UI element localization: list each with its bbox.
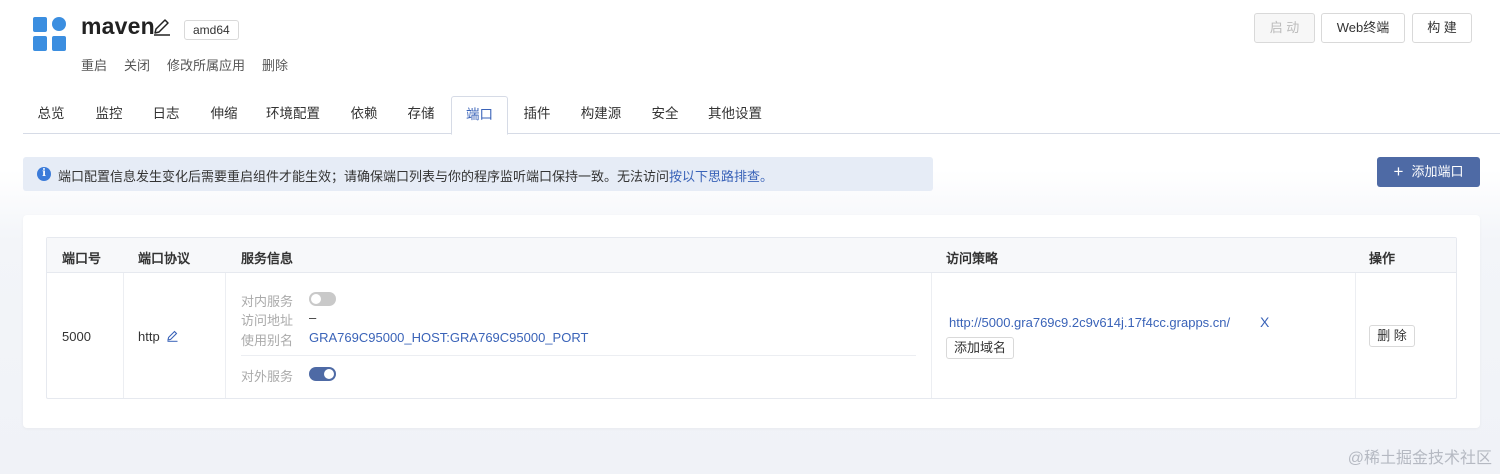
- access-address-label: 访问地址: [241, 313, 294, 328]
- edit-protocol-icon[interactable]: [166, 329, 179, 342]
- close-action[interactable]: 关闭: [124, 55, 150, 74]
- tab-overview[interactable]: 总览: [23, 96, 79, 134]
- notice-text: 端口配置信息发生变化后需要重启组件才能生效；请确保端口列表与你的程序监听端口保持…: [58, 169, 774, 184]
- alias-label: 使用别名: [241, 333, 294, 348]
- tab-monitor[interactable]: 监控: [81, 96, 137, 134]
- ports-card: 端口号 端口协议 服务信息 访问策略 操作 5000 http 对内服务 访问地…: [23, 215, 1480, 428]
- header-service: 服务信息: [241, 251, 294, 266]
- troubleshoot-link[interactable]: 按以下思路排查。: [669, 169, 773, 184]
- tab-dependencies[interactable]: 依赖: [336, 96, 392, 134]
- outer-service-toggle[interactable]: [309, 367, 336, 381]
- info-icon: i: [37, 167, 51, 181]
- domain-link[interactable]: http://5000.gra769c9.2c9v614j.17f4cc.gra…: [949, 315, 1230, 330]
- tab-build-source[interactable]: 构建源: [568, 96, 634, 134]
- outer-service-label: 对外服务: [241, 369, 294, 384]
- add-port-button[interactable]: + 添加端口: [1377, 157, 1480, 187]
- web-terminal-button[interactable]: Web终端: [1321, 13, 1405, 43]
- header-policy: 访问策略: [946, 251, 999, 266]
- app-title: maven: [81, 13, 155, 39]
- access-address-value: –: [309, 310, 317, 325]
- header-protocol: 端口协议: [138, 251, 191, 266]
- protocol-value: http: [138, 329, 160, 344]
- edit-icon[interactable]: [152, 16, 172, 36]
- tab-bar: 总览 监控 日志 伸缩 环境配置 依赖 存储 端口 插件 构建源 安全 其他设置: [23, 96, 1500, 135]
- restart-action[interactable]: 重启: [81, 55, 107, 74]
- remove-domain-icon[interactable]: X: [1260, 314, 1269, 330]
- alias-value[interactable]: GRA769C95000_HOST:GRA769C95000_PORT: [309, 330, 588, 345]
- add-domain-button[interactable]: 添加域名: [946, 337, 1014, 359]
- table-header: 端口号 端口协议 服务信息 访问策略 操作: [47, 238, 1456, 273]
- delete-port-button[interactable]: 删 除: [1369, 325, 1415, 347]
- arch-badge: amd64: [184, 20, 239, 40]
- tab-plugins[interactable]: 插件: [509, 96, 565, 134]
- tab-logs[interactable]: 日志: [139, 96, 193, 134]
- app-actions: 重启 关闭 修改所属应用 删除: [81, 55, 305, 74]
- info-notice: i 端口配置信息发生变化后需要重启组件才能生效；请确保端口列表与你的程序监听端口…: [23, 157, 933, 191]
- start-button[interactable]: 启 动: [1254, 13, 1315, 43]
- header-ops: 操作: [1369, 251, 1396, 266]
- tab-storage[interactable]: 存储: [393, 96, 449, 134]
- tab-env-config[interactable]: 环境配置: [256, 96, 330, 134]
- plus-icon: +: [1393, 162, 1404, 181]
- change-app-action[interactable]: 修改所属应用: [167, 55, 245, 74]
- port-number: 5000: [62, 329, 91, 344]
- ports-table: 端口号 端口协议 服务信息 访问策略 操作 5000 http 对内服务 访问地…: [46, 237, 1457, 399]
- app-logo-icon: [33, 17, 66, 51]
- delete-action[interactable]: 删除: [262, 55, 288, 74]
- inner-service-label: 对内服务: [241, 294, 294, 309]
- tab-security[interactable]: 安全: [637, 96, 693, 134]
- build-button[interactable]: 构 建: [1412, 13, 1472, 43]
- inner-service-toggle[interactable]: [309, 292, 336, 306]
- header-port: 端口号: [62, 251, 102, 266]
- watermark: @稀土掘金技术社区: [1347, 450, 1492, 467]
- tab-scale[interactable]: 伸缩: [195, 96, 253, 134]
- tab-other-settings[interactable]: 其他设置: [699, 96, 771, 134]
- tab-ports[interactable]: 端口: [451, 96, 508, 135]
